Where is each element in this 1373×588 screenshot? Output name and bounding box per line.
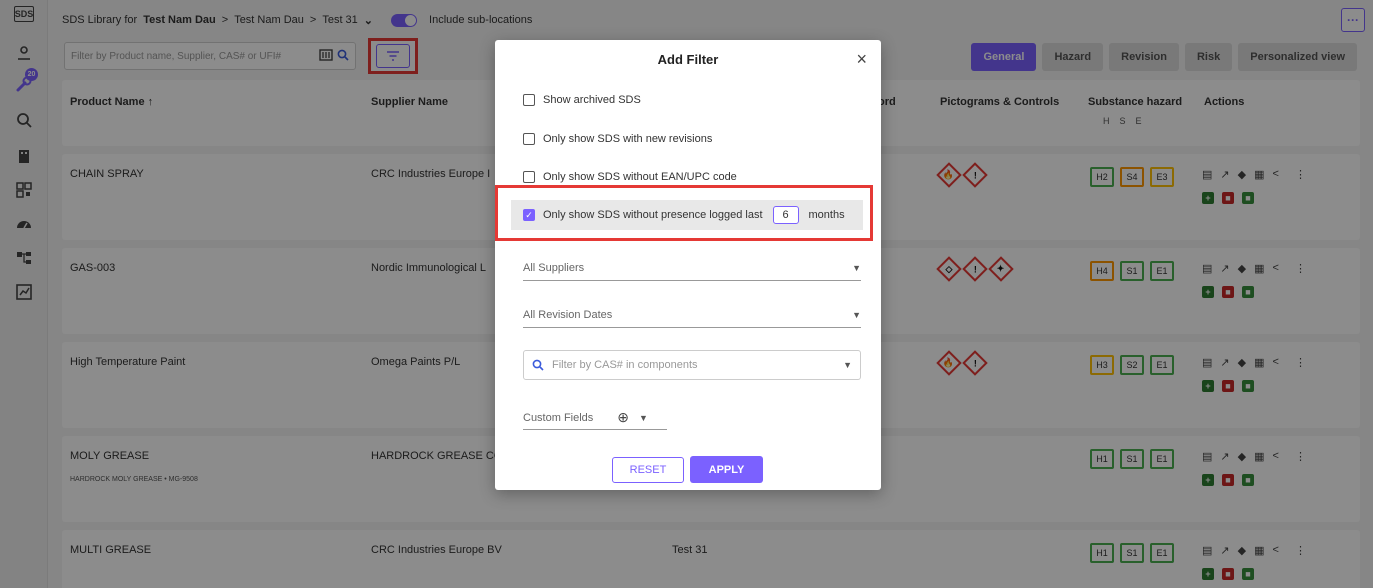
checkbox[interactable] bbox=[523, 133, 535, 145]
suppliers-value: All Suppliers bbox=[523, 261, 585, 274]
add-filter-dialog: Add Filter × Show archived SDS Only show… bbox=[495, 40, 881, 490]
chevron-down-icon: ▼ bbox=[852, 262, 861, 273]
no-ean-option[interactable]: Only show SDS without EAN/UPC code bbox=[523, 171, 737, 183]
add-circle-icon[interactable]: ⊕ bbox=[617, 409, 629, 426]
new-revisions-option[interactable]: Only show SDS with new revisions bbox=[523, 133, 712, 145]
dialog-title: Add Filter bbox=[657, 52, 719, 67]
cas-filter-input[interactable]: Filter by CAS# in components ▼ bbox=[523, 350, 861, 380]
checkbox-checked[interactable]: ✓ bbox=[523, 209, 535, 221]
chevron-down-icon: ▼ bbox=[852, 309, 861, 320]
chevron-down-icon[interactable]: ▼ bbox=[639, 413, 648, 423]
checkbox[interactable] bbox=[523, 94, 535, 106]
checkbox[interactable] bbox=[523, 171, 535, 183]
apply-button[interactable]: APPLY bbox=[690, 456, 763, 483]
option-label: Only show SDS without presence logged la… bbox=[543, 209, 763, 221]
search-icon bbox=[532, 359, 544, 371]
reset-button[interactable]: RESET bbox=[612, 457, 684, 483]
chevron-down-icon: ▼ bbox=[843, 360, 852, 370]
option-label: Show archived SDS bbox=[543, 94, 641, 106]
custom-fields-select[interactable]: Custom Fields ⊕ ▼ bbox=[523, 406, 667, 430]
revision-dates-value: All Revision Dates bbox=[523, 308, 613, 321]
custom-fields-label: Custom Fields bbox=[523, 411, 594, 424]
presence-logged-option[interactable]: ✓ Only show SDS without presence logged … bbox=[511, 200, 863, 230]
show-archived-option[interactable]: Show archived SDS bbox=[523, 94, 641, 106]
cas-placeholder: Filter by CAS# in components bbox=[552, 359, 698, 371]
revision-dates-select[interactable]: All Revision Dates ▼ bbox=[523, 302, 861, 328]
option-label: Only show SDS without EAN/UPC code bbox=[543, 171, 737, 183]
months-input[interactable]: 6 bbox=[772, 206, 799, 224]
months-label: months bbox=[808, 209, 845, 221]
option-label: Only show SDS with new revisions bbox=[543, 133, 713, 145]
suppliers-select[interactable]: All Suppliers ▼ bbox=[523, 255, 861, 281]
close-icon[interactable]: × bbox=[856, 50, 867, 68]
